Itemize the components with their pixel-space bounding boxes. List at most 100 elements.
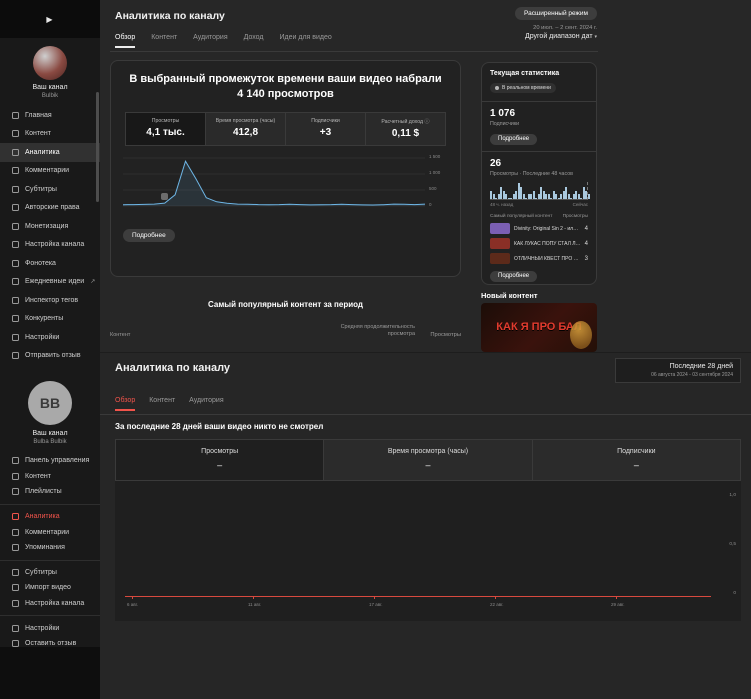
- views-line-chart: 1 500 1 000 500 0: [123, 156, 448, 222]
- realtime-badge: В реальном времени: [490, 83, 556, 93]
- analytics-tab[interactable]: Аудитория: [189, 397, 223, 411]
- realtime-content-row[interactable]: Divinity: Original Sin 2 - или к... 4: [490, 223, 588, 234]
- date-range-picker[interactable]: 20 июл. – 2 сент. 2024 г. Другой диапазо…: [525, 25, 597, 40]
- channel-avatar[interactable]: [33, 46, 67, 80]
- sidebar-item[interactable]: Монетизация: [0, 217, 100, 236]
- video-title: ОТЛИЧНЫЙ КВЕСТ ПРО КН...: [514, 256, 581, 262]
- sidebar-item[interactable]: Упоминания: [0, 540, 100, 556]
- empty-views-chart: 1,0 0,5 0 6 авг.11 авг.17 авг.22 авг.29 …: [115, 481, 741, 621]
- sidebar-item[interactable]: Ежедневные идеи ↗: [0, 273, 100, 292]
- top-content-title: Самый популярный контент за период: [110, 300, 461, 309]
- period-dropdown[interactable]: Последние 28 дней 06 августа 2024 - 03 с…: [615, 358, 741, 383]
- analytics-icon: [12, 513, 19, 520]
- y-tick: 0,5: [729, 542, 736, 547]
- analytics-tab[interactable]: Аудитория: [193, 34, 227, 48]
- sidebar-item-label: Ежедневные идеи: [25, 278, 84, 285]
- analytics-tab[interactable]: Контент: [151, 34, 177, 48]
- tab-label: Контент: [149, 397, 175, 404]
- realtime-content-row[interactable]: ОТЛИЧНЫЙ КВЕСТ ПРО КН... 3: [490, 253, 588, 264]
- y-tick: 1 500: [429, 154, 440, 159]
- sidebar-menu-bottom: Панель управления Контент Плейлисты Анал…: [0, 453, 100, 652]
- metric-value: 0,11 $: [368, 128, 443, 139]
- metric-card[interactable]: Просмотры –: [115, 439, 324, 481]
- subscribers-count: 1 076: [490, 108, 588, 119]
- metric-card[interactable]: Просмотры 4,1 тыс.: [125, 112, 206, 146]
- realtime-subscribers-details-button[interactable]: Подробнее: [490, 134, 537, 145]
- sidebar-item[interactable]: Субтитры: [0, 565, 100, 581]
- page-title: Аналитика по каналу: [115, 10, 225, 22]
- sidebar-item[interactable]: Настройки: [0, 620, 100, 636]
- metric-card[interactable]: Время просмотра (часы) 412,8: [205, 112, 286, 146]
- realtime-content-row[interactable]: КАК ЛУКАС ПОПУ СТАЛ ЛЕ... 4: [490, 238, 588, 249]
- sidebar-item[interactable]: Плейлисты: [0, 484, 100, 500]
- new-content-thumbnail[interactable]: КАК Я ПРО БАЛ: [481, 303, 597, 352]
- divider: [482, 151, 596, 152]
- sidebar-item[interactable]: Комментарии: [0, 162, 100, 181]
- metric-value: –: [533, 460, 740, 470]
- video-views: 3: [585, 256, 588, 262]
- sidebar-item-label: Импорт видео: [25, 584, 71, 591]
- metric-card[interactable]: Подписчики –: [532, 439, 741, 481]
- realtime-list-header: Самый популярный контент Просмотры: [490, 214, 588, 219]
- dashboard-icon: [12, 457, 19, 464]
- sidebar-item-label: Контент: [25, 130, 51, 137]
- sidebar-item[interactable]: Конкуренты: [0, 310, 100, 329]
- sidebar-item[interactable]: Контент: [0, 469, 100, 485]
- sidebar-item-label: Комментарии: [25, 529, 69, 536]
- analytics-tab[interactable]: Контент: [149, 397, 175, 411]
- sidebar-item[interactable]: Настройки: [0, 328, 100, 347]
- period-label: Последние 28 дней: [623, 363, 733, 370]
- sidebar-item[interactable]: Инспектор тегов: [0, 291, 100, 310]
- channel-name: Ваш канал: [0, 84, 100, 91]
- sidebar-item[interactable]: Субтитры: [0, 180, 100, 199]
- column-views[interactable]: Просмотры: [415, 332, 461, 338]
- subscribers-label: Подписчики: [490, 121, 588, 127]
- sidebar-item[interactable]: Отправить отзыв: [0, 347, 100, 366]
- sidebar-scrollbar[interactable]: [96, 92, 99, 202]
- sidebar-item[interactable]: Настройка канала: [0, 596, 100, 612]
- column-avg-duration: Средняя продолжительность просмотра: [335, 324, 415, 338]
- date-picker-label[interactable]: Другой диапазон дат ▾: [525, 33, 597, 40]
- sidebar: ▶ Ваш канал Bulbik Главная Контент Анали…: [0, 0, 100, 699]
- sidebar-item-label: Главная: [25, 112, 52, 119]
- realtime-details-button[interactable]: Подробнее: [490, 271, 537, 282]
- analytics-tab[interactable]: Доход: [244, 34, 264, 48]
- studio-logo-icon[interactable]: ▶: [46, 15, 53, 24]
- metric-card[interactable]: Подписчики +3: [285, 112, 366, 146]
- metric-card[interactable]: Время просмотра (часы) –: [323, 439, 532, 481]
- metric-label: Время просмотра (часы): [324, 448, 531, 455]
- metric-card[interactable]: Расчетный доход ⓘ 0,11 $: [365, 112, 446, 146]
- analytics-tab[interactable]: Идеи для видео: [280, 34, 332, 48]
- channel-avatar-2[interactable]: BB: [28, 381, 72, 425]
- sidebar-item[interactable]: Аналитика: [0, 509, 100, 525]
- tabs-divider: [110, 51, 598, 52]
- chart-baseline: [125, 596, 711, 597]
- sidebar-item-label: Отправить отзыв: [25, 352, 81, 359]
- sidebar-item[interactable]: Настройка канала: [0, 236, 100, 255]
- overview-details-button[interactable]: Подробнее: [123, 229, 175, 242]
- tab-label: Обзор: [115, 397, 135, 404]
- video-publish-marker[interactable]: [161, 193, 168, 200]
- views-line-chart-svg: [123, 156, 425, 208]
- analytics-section-top: Аналитика по каналу Расширенный режим 20…: [100, 0, 751, 352]
- analytics-tab[interactable]: Обзор: [115, 34, 135, 48]
- daily-ideas-icon: [12, 278, 19, 285]
- x-tick-mark: [253, 596, 254, 599]
- sidebar-item[interactable]: Авторские права: [0, 199, 100, 218]
- sidebar-item[interactable]: Главная: [0, 106, 100, 125]
- sidebar-item[interactable]: Импорт видео: [0, 580, 100, 596]
- sidebar-item[interactable]: Панель управления: [0, 453, 100, 469]
- video-import-icon: [12, 584, 19, 591]
- advanced-mode-button[interactable]: Расширенный режим: [515, 7, 597, 20]
- sidebar-item[interactable]: Фонотека: [0, 254, 100, 273]
- subtitles-icon: [12, 569, 19, 576]
- sidebar-item[interactable]: Аналитика: [0, 143, 100, 162]
- analytics-tab[interactable]: Обзор: [115, 397, 135, 411]
- subtitles-icon: [12, 186, 19, 193]
- sidebar-item[interactable]: Комментарии: [0, 524, 100, 540]
- mentions-icon: [12, 544, 19, 551]
- channel-handle: Bulbik: [0, 93, 100, 99]
- menu-divider: [0, 615, 100, 616]
- sidebar-item[interactable]: Контент: [0, 125, 100, 144]
- y-tick: 1 000: [429, 170, 440, 175]
